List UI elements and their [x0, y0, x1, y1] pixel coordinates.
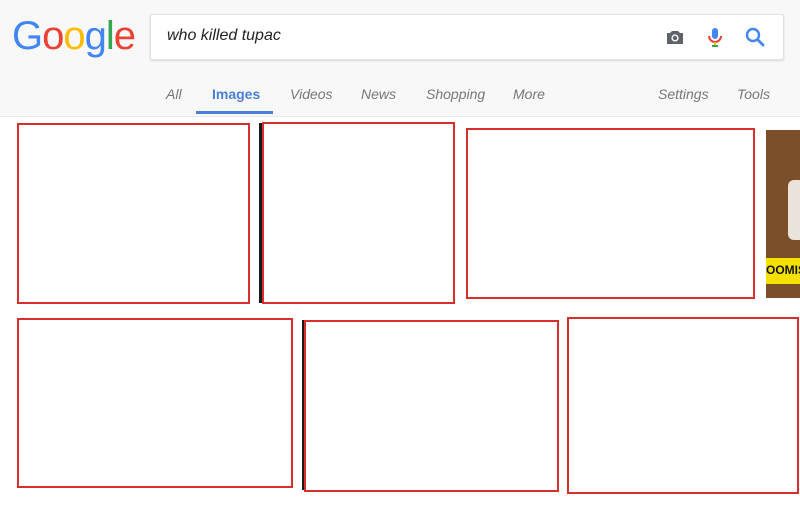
camera-icon[interactable]: [663, 25, 687, 49]
search-tabs: All Images Videos News Shopping More Set…: [0, 80, 800, 116]
search-box: [150, 14, 784, 60]
image-result[interactable]: [466, 128, 755, 299]
image-content: [788, 180, 800, 240]
tab-more[interactable]: More: [513, 86, 545, 102]
logo-letter: o: [63, 14, 85, 58]
image-result-partial[interactable]: OOMIS: [766, 130, 800, 298]
image-result[interactable]: [304, 320, 559, 492]
image-result[interactable]: [17, 318, 293, 488]
image-result[interactable]: [567, 317, 799, 494]
image-banner: OOMIS: [766, 258, 800, 284]
tab-all[interactable]: All: [166, 86, 182, 102]
logo-letter: e: [113, 14, 136, 58]
search-input[interactable]: [167, 27, 627, 45]
tab-videos[interactable]: Videos: [290, 86, 333, 102]
active-tab-indicator: [196, 111, 273, 114]
image-result[interactable]: [17, 123, 250, 304]
google-logo[interactable]: Google: [12, 12, 136, 60]
banner-text: OOMIS: [766, 263, 800, 277]
header: Google All Images: [0, 0, 800, 117]
logo-letter: G: [12, 14, 43, 58]
tab-settings[interactable]: Settings: [658, 86, 709, 102]
tab-news[interactable]: News: [361, 86, 396, 102]
tab-images[interactable]: Images: [212, 86, 260, 102]
image-result[interactable]: [262, 122, 455, 304]
tab-tools[interactable]: Tools: [737, 86, 770, 102]
microphone-icon[interactable]: [703, 25, 727, 49]
tab-shopping[interactable]: Shopping: [426, 86, 485, 102]
logo-letter: l: [105, 14, 115, 58]
logo-letter: g: [84, 14, 107, 58]
search-icon[interactable]: [743, 25, 767, 49]
logo-letter: o: [42, 14, 64, 58]
